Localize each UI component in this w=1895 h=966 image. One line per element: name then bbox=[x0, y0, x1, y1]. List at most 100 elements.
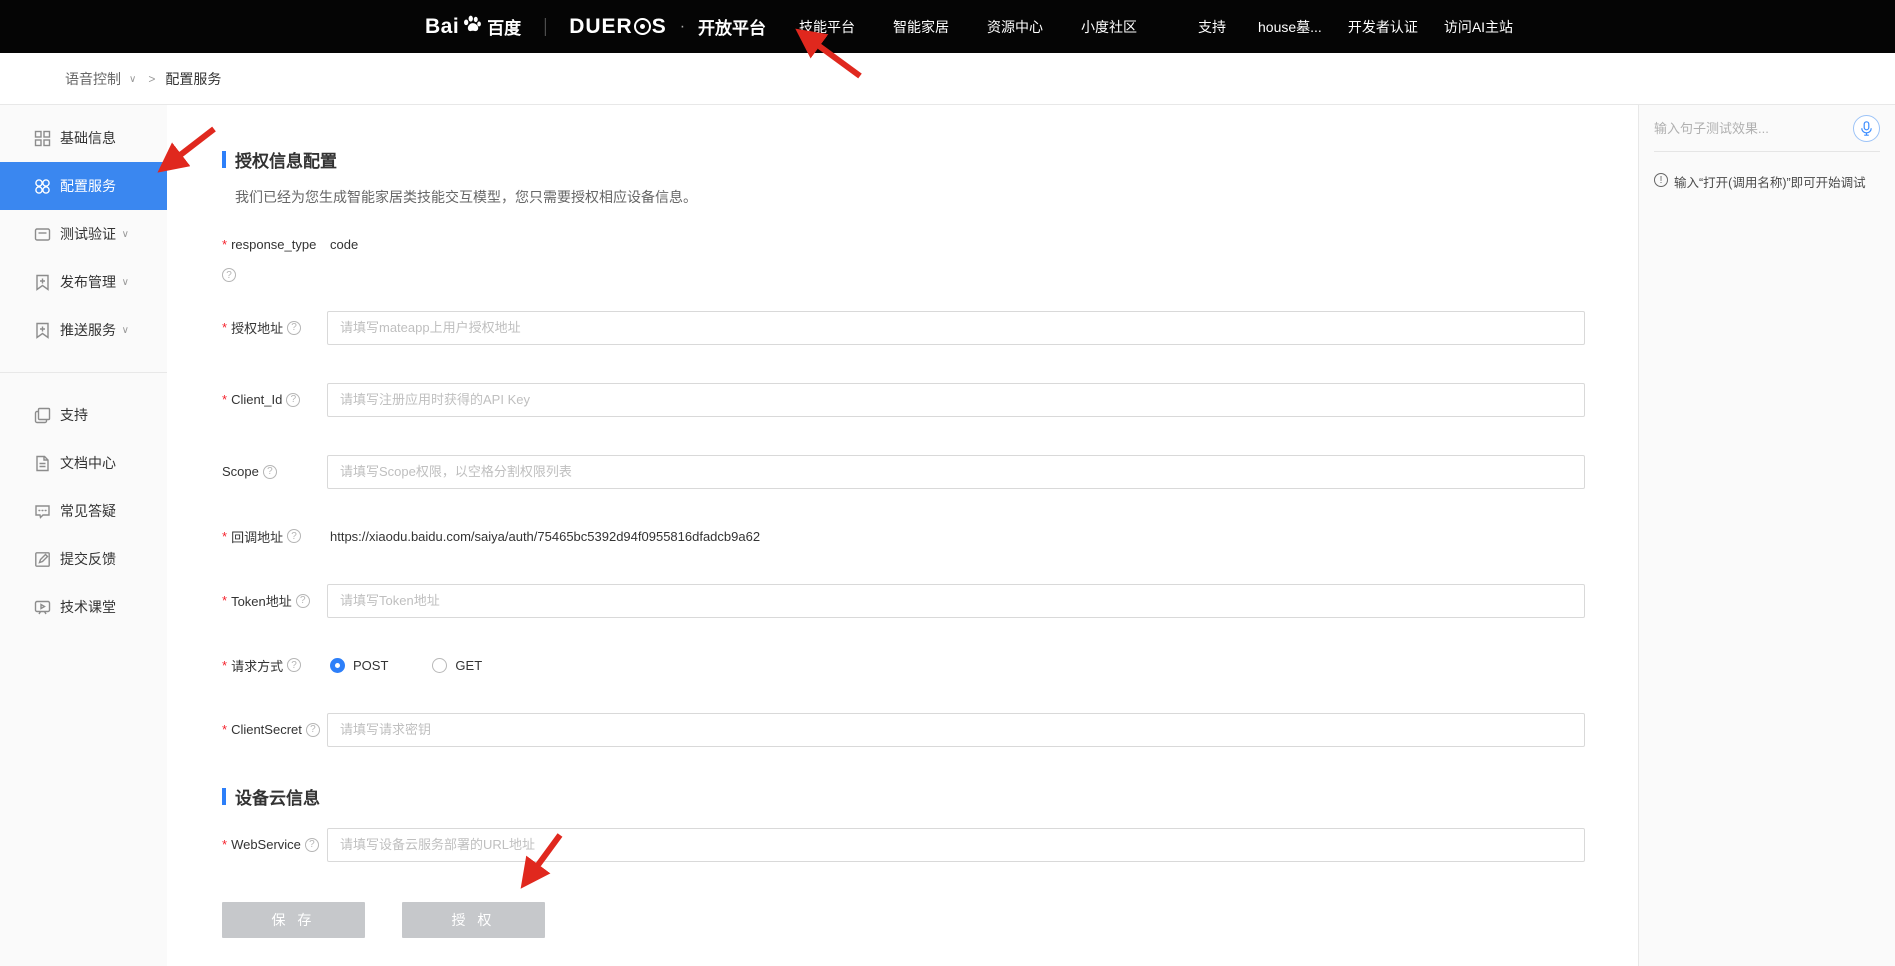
authorize-button[interactable]: 授 权 bbox=[402, 902, 545, 938]
field-auth-url: * 授权地址 ? bbox=[222, 311, 1638, 345]
visit-ai-site-link[interactable]: 访问AI主站 bbox=[1431, 17, 1526, 37]
field-label: * Token地址 ? bbox=[222, 591, 327, 610]
auth-url-input[interactable] bbox=[327, 311, 1585, 345]
chevron-down-icon[interactable]: ∨ bbox=[122, 325, 129, 336]
logo-separator: ｜ bbox=[536, 14, 554, 40]
radio-label: POST bbox=[353, 658, 388, 673]
required-asterisk: * bbox=[222, 837, 227, 852]
sidebar-item-push-service[interactable]: 推送服务 ∨ bbox=[0, 306, 167, 354]
client-secret-input[interactable] bbox=[327, 713, 1585, 747]
sidebar-item-basic-info[interactable]: 基础信息 bbox=[0, 114, 167, 162]
test-sentence-row bbox=[1654, 105, 1880, 152]
radio-selected-icon[interactable] bbox=[330, 658, 345, 673]
sidebar-item-publish-manage[interactable]: 发布管理 ∨ bbox=[0, 258, 167, 306]
logo-dot: · bbox=[680, 18, 685, 36]
sidebar-item-feedback[interactable]: 提交反馈 bbox=[0, 535, 167, 583]
help-icon[interactable]: ? bbox=[296, 594, 310, 608]
sidebar-item-config-service[interactable]: 配置服务 bbox=[0, 162, 167, 210]
sidebar-item-label: 提交反馈 bbox=[60, 549, 116, 569]
section-auth-config: 授权信息配置 bbox=[222, 147, 1638, 172]
token-url-input[interactable] bbox=[327, 584, 1585, 618]
save-button[interactable]: 保 存 bbox=[222, 902, 365, 938]
field-label-text: response_type bbox=[231, 237, 316, 252]
required-asterisk: * bbox=[222, 392, 227, 407]
info-circle-icon: ! bbox=[1654, 173, 1668, 187]
breadcrumb-separator: > bbox=[148, 72, 155, 86]
nav-xiaodu-community[interactable]: 小度社区 bbox=[1062, 17, 1156, 37]
sidebar-item-faq[interactable]: 常见答疑 bbox=[0, 487, 167, 535]
client-id-input[interactable] bbox=[327, 383, 1585, 417]
sidebar-item-label: 发布管理 bbox=[60, 272, 116, 292]
sidebar-item-tech-class[interactable]: 技术课堂 bbox=[0, 583, 167, 631]
sidebar-item-label: 基础信息 bbox=[60, 128, 116, 148]
help-icon[interactable]: ? bbox=[305, 838, 319, 852]
nav-support[interactable]: 支持 bbox=[1156, 17, 1245, 37]
breadcrumb-current: 配置服务 bbox=[165, 69, 221, 89]
scope-input[interactable] bbox=[327, 455, 1585, 489]
nav-smart-home[interactable]: 智能家居 bbox=[874, 17, 968, 37]
field-request-method: * 请求方式 ? POST GET bbox=[222, 656, 1638, 675]
help-icon[interactable]: ? bbox=[286, 393, 300, 407]
baidu-dueros-logo[interactable]: Bai 百度 ｜ DUER S · 开放平台 bbox=[425, 0, 766, 53]
field-response-type: * response_type code bbox=[222, 237, 1638, 252]
field-client-secret: * ClientSecret ? bbox=[222, 713, 1638, 747]
radio-label: GET bbox=[455, 658, 482, 673]
sidebar-item-label: 文档中心 bbox=[60, 453, 116, 473]
field-label: * 回调地址 ? bbox=[222, 527, 327, 546]
field-label: * response_type bbox=[222, 237, 327, 252]
sidebar-item-doc-center[interactable]: 文档中心 bbox=[0, 439, 167, 487]
copy-icon bbox=[34, 407, 51, 424]
field-label-text: Token地址 bbox=[231, 591, 292, 610]
test-hint: ! 输入“打开(调用名称)”即可开始调试 bbox=[1654, 172, 1880, 191]
grid-icon bbox=[34, 130, 51, 147]
help-icon[interactable]: ? bbox=[306, 723, 320, 737]
radio-post[interactable]: POST bbox=[330, 658, 388, 673]
radio-get[interactable]: GET bbox=[432, 658, 482, 673]
callback-url-value: https://xiaodu.baidu.com/saiya/auth/7546… bbox=[327, 529, 760, 544]
webservice-input[interactable] bbox=[327, 828, 1585, 862]
nav-skill-platform[interactable]: 技能平台 bbox=[780, 17, 874, 37]
required-asterisk: * bbox=[222, 237, 227, 252]
chevron-down-icon[interactable]: ∨ bbox=[122, 229, 129, 240]
radio-unselected-icon[interactable] bbox=[432, 658, 447, 673]
developer-cert-link[interactable]: 开发者认证 bbox=[1335, 17, 1431, 37]
request-method-radio-group: POST GET bbox=[327, 658, 482, 673]
field-label-text: Scope bbox=[222, 464, 259, 479]
help-icon[interactable]: ? bbox=[222, 268, 236, 282]
help-icon[interactable]: ? bbox=[263, 465, 277, 479]
chat-icon bbox=[34, 503, 51, 520]
help-icon[interactable]: ? bbox=[287, 321, 301, 335]
help-icon[interactable]: ? bbox=[287, 529, 301, 543]
field-label-text: WebService bbox=[231, 837, 301, 852]
required-asterisk: * bbox=[222, 722, 227, 737]
help-icon[interactable]: ? bbox=[287, 658, 301, 672]
edit-icon bbox=[34, 551, 51, 568]
field-client-id: * Client_Id ? bbox=[222, 383, 1638, 417]
chevron-down-icon[interactable]: ∨ bbox=[122, 277, 129, 288]
header-nav: 技能平台 智能家居 资源中心 小度社区 支持 bbox=[780, 0, 1245, 53]
field-label-text: ClientSecret bbox=[231, 722, 302, 737]
sidebar: 基础信息 配置服务 测试验证 ∨ 发布管理 ∨ 推送服务 bbox=[0, 105, 167, 966]
microphone-button[interactable] bbox=[1853, 115, 1880, 142]
required-asterisk: * bbox=[222, 593, 227, 608]
sidebar-item-label: 测试验证 bbox=[60, 224, 116, 244]
sidebar-divider bbox=[0, 372, 167, 373]
field-label-text: 授权地址 bbox=[231, 318, 283, 337]
chevron-down-icon[interactable]: ∨ bbox=[129, 74, 136, 85]
test-hint-text: 输入“打开(调用名称)”即可开始调试 bbox=[1674, 172, 1866, 191]
sidebar-item-label: 推送服务 bbox=[60, 320, 116, 340]
dueros-text-left: DUER bbox=[569, 15, 633, 39]
test-sentence-input[interactable] bbox=[1654, 121, 1853, 136]
nav-resource-center[interactable]: 资源中心 bbox=[968, 17, 1062, 37]
breadcrumb-parent[interactable]: 语音控制 bbox=[65, 69, 121, 89]
required-asterisk: * bbox=[222, 658, 227, 673]
field-label: Scope ? bbox=[222, 464, 327, 479]
screen-play-icon bbox=[34, 599, 51, 616]
baidu-wordmark: Bai bbox=[425, 15, 459, 39]
username[interactable]: house墓... bbox=[1245, 17, 1335, 37]
card-icon bbox=[34, 226, 51, 243]
bookmark-plus-icon bbox=[34, 322, 51, 339]
sidebar-item-test-verify[interactable]: 测试验证 ∨ bbox=[0, 210, 167, 258]
field-label: * 授权地址 ? bbox=[222, 318, 327, 337]
sidebar-item-support[interactable]: 支持 bbox=[0, 391, 167, 439]
